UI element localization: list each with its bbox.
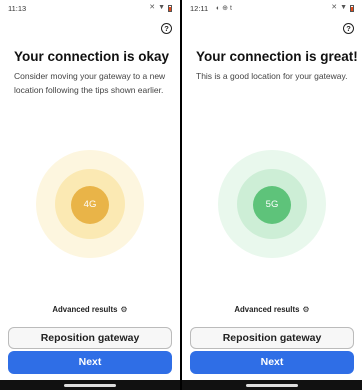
next-button[interactable]: Next bbox=[8, 351, 172, 374]
page-subtitle: Consider moving your gateway to a new lo… bbox=[14, 71, 166, 95]
status-bar: 11:13 ✕ ▼ bbox=[0, 0, 180, 16]
home-handle[interactable] bbox=[246, 384, 298, 387]
system-icons: ✕ ▼ bbox=[149, 4, 172, 12]
notification-icons: ◐ ⊕ t bbox=[216, 5, 232, 12]
status-time: 12:11 bbox=[190, 4, 209, 13]
help-icon[interactable]: ? bbox=[343, 23, 354, 34]
advanced-results-link[interactable]: Advanced results ⚙ bbox=[182, 305, 362, 314]
battery-icon bbox=[350, 4, 354, 12]
advanced-results-link[interactable]: Advanced results ⚙ bbox=[0, 305, 180, 314]
signal-indicator: 5G bbox=[218, 150, 326, 258]
page-subtitle: This is a good location for your gateway… bbox=[196, 71, 348, 81]
status-time: 11:13 bbox=[8, 4, 27, 13]
home-handle[interactable] bbox=[64, 384, 116, 387]
reposition-gateway-button[interactable]: Reposition gateway bbox=[8, 327, 172, 349]
settings-icon: ⚙ bbox=[302, 305, 310, 314]
advanced-results-label: Advanced results bbox=[234, 305, 300, 314]
advanced-results-label: Advanced results bbox=[52, 305, 118, 314]
network-badge: 5G bbox=[253, 186, 291, 224]
battery-icon bbox=[168, 4, 172, 12]
mute-icon: ✕ bbox=[331, 4, 338, 11]
help-icon[interactable]: ? bbox=[161, 23, 172, 34]
screen-connection-okay: 11:13 ✕ ▼ ? Your connection is okay Cons… bbox=[0, 0, 180, 390]
system-icons: ✕ ▼ bbox=[331, 4, 354, 12]
reposition-gateway-button[interactable]: Reposition gateway bbox=[190, 327, 354, 349]
page-title: Your connection is great! bbox=[196, 49, 358, 64]
settings-icon: ⚙ bbox=[120, 305, 128, 314]
status-bar: 12:11 ◐ ⊕ t ✕ ▼ bbox=[182, 0, 362, 16]
gesture-bar bbox=[0, 380, 180, 390]
gesture-bar bbox=[182, 380, 362, 390]
wifi-icon: ▼ bbox=[340, 4, 347, 11]
mute-icon: ✕ bbox=[149, 4, 156, 11]
screen-connection-great: 12:11 ◐ ⊕ t ✕ ▼ ? Your connection is gre… bbox=[182, 0, 362, 390]
signal-indicator: 4G bbox=[36, 150, 144, 258]
network-badge: 4G bbox=[71, 186, 109, 224]
wifi-icon: ▼ bbox=[158, 4, 165, 11]
next-button[interactable]: Next bbox=[190, 351, 354, 374]
page-title: Your connection is okay bbox=[14, 49, 170, 64]
